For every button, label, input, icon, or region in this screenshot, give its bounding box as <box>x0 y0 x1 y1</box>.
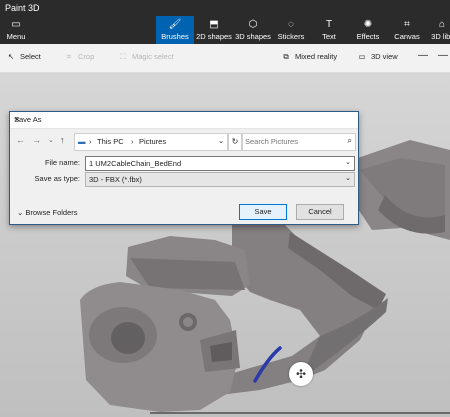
zoom-out-button[interactable]: — <box>418 50 428 61</box>
chevron-down-icon[interactable]: ⌄ <box>218 137 224 145</box>
stickers-icon: ◌ <box>288 19 294 30</box>
toolbar: ↖ Select ⌗ Crop ⛶ Magic select ⧉ Mixed reali… <box>0 44 450 73</box>
3d-view-button[interactable]: ▭ 3D view <box>356 52 398 61</box>
recent-dropdown-icon[interactable]: ⌄ <box>48 136 54 144</box>
breadcrumb-pictures[interactable]: Pictures <box>139 137 166 146</box>
brush-icon: 🖌 <box>168 19 182 30</box>
refresh-button[interactable]: ↻ <box>228 133 242 151</box>
cancel-button[interactable]: Cancel <box>296 204 344 220</box>
forward-arrow-icon[interactable]: → <box>32 135 41 145</box>
folder-icon: ▭ <box>11 19 21 30</box>
tab-text[interactable]: T Text <box>314 16 344 44</box>
tab-label: Effects <box>356 32 380 41</box>
save-type-select[interactable]: 3D - FBX (*.fbx) ⌄ <box>85 172 355 187</box>
file-name-input[interactable] <box>89 159 339 168</box>
3d-shapes-icon: ⬡ <box>248 19 258 30</box>
browse-folders-toggle[interactable]: ⌄ Browse Folders <box>17 208 78 217</box>
mixed-reality-label: Mixed reality <box>295 52 338 61</box>
up-arrow-icon[interactable]: ↑ <box>60 135 65 145</box>
3d-library-icon: ⌂ <box>438 19 446 30</box>
zoom-in-button[interactable]: — <box>438 50 448 61</box>
breadcrumb-this-pc[interactable]: This PC <box>97 137 124 146</box>
chevron-down-icon[interactable]: ⌄ <box>345 158 351 166</box>
save-type-label: Save as type: <box>34 174 80 183</box>
2d-shapes-icon: ⬒ <box>209 19 219 30</box>
tab-label: 2D shapes <box>196 32 232 41</box>
save-as-dialog: Save As ✕ ← → ⌄ ↑ ▬ › This PC › Pictures… <box>9 111 359 225</box>
browse-folders-label: Browse Folders <box>25 208 78 217</box>
tab-label: 3D shapes <box>235 32 271 41</box>
tab-canvas[interactable]: ⌗ Canvas <box>391 16 423 44</box>
3d-view-icon: ▭ <box>358 52 366 61</box>
ribbon: ▭ Menu 🖌 Brushes ⬒ 2D shapes ⬡ 3D shapes… <box>0 16 450 44</box>
search-box[interactable]: ⌕ <box>242 133 356 151</box>
tab-label: Brushes <box>161 32 189 41</box>
tab-label: Canvas <box>394 32 420 41</box>
mixed-reality-button[interactable]: ⧉ Mixed reality <box>280 52 337 62</box>
tab-effects[interactable]: ✺ Effects <box>352 16 384 44</box>
text-icon: T <box>325 19 333 30</box>
select-tool[interactable]: ↖ Select <box>5 52 41 61</box>
crop-tool[interactable]: ⌗ Crop <box>63 52 94 62</box>
cursor-icon: ↖ <box>7 52 15 61</box>
file-name-field[interactable]: ⌄ <box>85 156 355 171</box>
address-bar[interactable]: ▬ › This PC › Pictures ⌄ <box>74 133 228 151</box>
title-bar: Paint 3D <box>0 0 450 16</box>
save-type-value: 3D - FBX (*.fbx) <box>89 175 142 184</box>
chevron-down-icon: ⌄ <box>17 208 24 217</box>
tab-label: 3D libr <box>431 32 450 41</box>
tab-2d-shapes[interactable]: ⬒ 2D shapes <box>195 16 233 44</box>
select-label: Select <box>20 52 41 61</box>
crop-label: Crop <box>78 52 95 61</box>
magic-select-tool[interactable]: ⛶ Magic select <box>117 52 174 62</box>
crop-icon: ⌗ <box>66 52 72 61</box>
address-row: ← → ⌄ ↑ ▬ › This PC › Pictures ⌄ ↻ ⌕ <box>14 132 356 151</box>
tab-stickers[interactable]: ◌ Stickers <box>273 16 309 44</box>
refresh-icon: ↻ <box>231 137 239 146</box>
canvas-icon: ⌗ <box>404 19 410 30</box>
rotate-icon: ✣ <box>295 367 307 381</box>
tab-label: Text <box>322 32 336 41</box>
tab-3d-library[interactable]: ⌂ 3D libr <box>427 16 450 44</box>
this-pc-icon: ▬ <box>78 137 86 146</box>
dialog-title-bar: Save As ✕ <box>10 112 358 129</box>
search-icon: ⌕ <box>347 136 352 145</box>
rotate-handle[interactable]: ✣ <box>289 362 313 386</box>
horizontal-scrollbar[interactable] <box>150 412 450 414</box>
save-button[interactable]: Save <box>239 204 287 220</box>
file-name-label: File name: <box>44 158 80 167</box>
menu-button[interactable]: ▭ Menu <box>0 16 32 44</box>
tab-brushes[interactable]: 🖌 Brushes <box>156 16 194 44</box>
app-title: Paint 3D <box>5 3 40 13</box>
3d-view-label: 3D view <box>371 52 398 61</box>
magic-select-label: Magic select <box>132 52 174 61</box>
effects-icon: ✺ <box>363 19 373 30</box>
search-input[interactable] <box>245 137 335 146</box>
tab-3d-shapes[interactable]: ⬡ 3D shapes <box>234 16 272 44</box>
tab-label: Stickers <box>277 32 305 41</box>
chevron-down-icon: ⌄ <box>345 175 351 182</box>
mixed-reality-icon: ⧉ <box>283 52 289 61</box>
magic-select-icon: ⛶ <box>120 52 126 61</box>
close-icon[interactable]: ✕ <box>14 115 354 124</box>
menu-label: Menu <box>6 32 26 41</box>
back-arrow-icon[interactable]: ← <box>16 135 25 145</box>
